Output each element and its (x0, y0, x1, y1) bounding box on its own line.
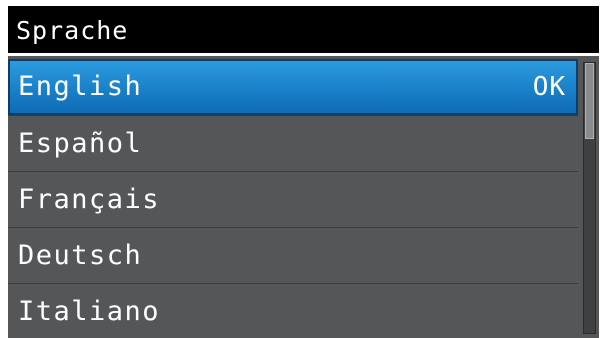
lcd-screen: Sprache English OK Español Français Deut… (8, 6, 599, 338)
list-item-espanol[interactable]: Español (8, 116, 578, 172)
list-item-italiano[interactable]: Italiano (8, 284, 578, 338)
language-list: English OK Español Français Deutsch Ital… (8, 56, 578, 338)
ok-badge: OK (532, 72, 566, 102)
list-item-deutsch[interactable]: Deutsch (8, 228, 578, 284)
list-item-label: Français (18, 184, 161, 215)
page-title: Sprache (16, 16, 129, 45)
list-item-francais[interactable]: Français (8, 172, 578, 228)
scrollbar-thumb[interactable] (585, 63, 594, 139)
title-bar: Sprache (8, 6, 599, 56)
list-item-label: English (18, 71, 143, 102)
list-item-label: Español (18, 128, 143, 159)
list-item-english[interactable]: English OK (8, 59, 578, 115)
list-item-label: Italiano (18, 296, 161, 327)
scrollbar[interactable] (583, 62, 596, 334)
list-item-label: Deutsch (18, 240, 143, 271)
